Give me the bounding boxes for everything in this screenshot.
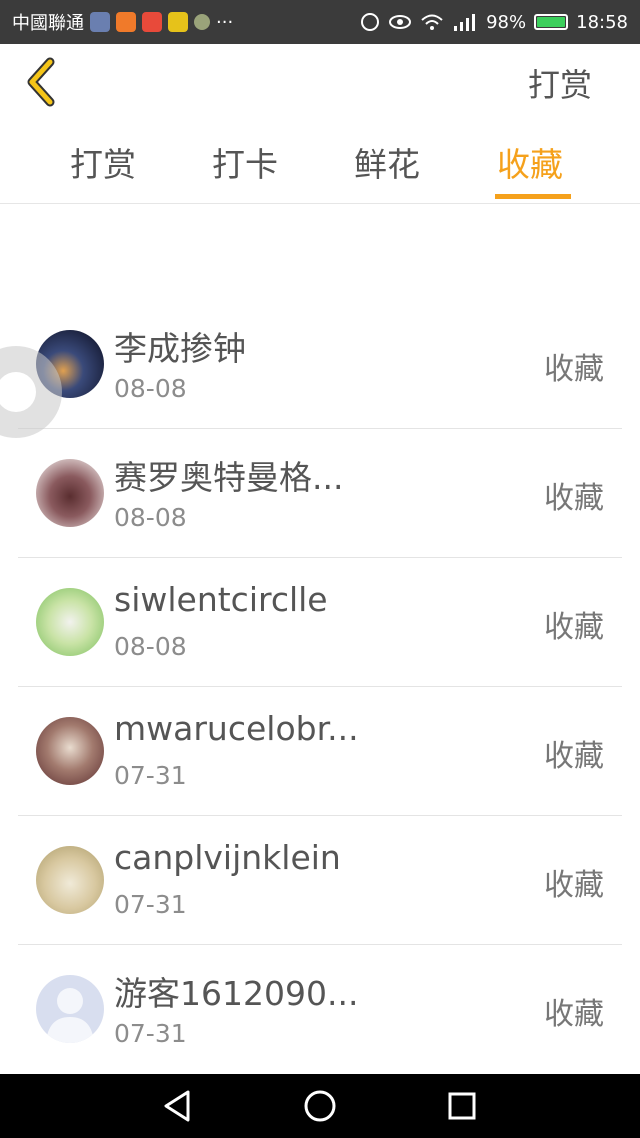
avatar (36, 588, 104, 656)
battery-percent: 98% (486, 11, 527, 33)
status-right: 98% 18:58 (360, 12, 628, 33)
battery-icon (534, 14, 569, 30)
recents-square-icon[interactable] (444, 1088, 480, 1124)
list-item[interactable]: 游客1612090... 07-31 收藏 (18, 945, 622, 1073)
avatar (36, 459, 104, 527)
avatar (36, 846, 104, 914)
tab-flowers[interactable]: 鲜花 (354, 138, 420, 186)
active-tab-indicator (495, 194, 571, 199)
action-label: 收藏 (544, 481, 604, 516)
back-triangle-icon[interactable] (160, 1088, 196, 1124)
notification-misc-icon (194, 14, 210, 30)
default-avatar (36, 975, 104, 1043)
system-navigation-bar (0, 1074, 640, 1138)
username: 赛罗奥特曼格... (114, 458, 344, 497)
username: mwarucelobr... (114, 709, 359, 748)
tab-reward[interactable]: 打赏 (70, 138, 136, 186)
tab-favorites[interactable]: 收藏 (497, 138, 563, 186)
action-label: 收藏 (544, 739, 604, 774)
hd-icon (361, 13, 380, 31)
date: 07-31 (114, 1019, 187, 1048)
notification-news-icon (168, 12, 188, 32)
chevron-left-icon (27, 57, 55, 107)
action-label: 收藏 (544, 997, 604, 1032)
header-action-button[interactable]: 打赏 (528, 60, 592, 106)
action-label: 收藏 (544, 610, 604, 645)
status-left: 中國聯通 ··· (12, 9, 233, 35)
avatar (36, 717, 104, 785)
username: siwlentcirclle (114, 580, 328, 619)
carrier-name: 中國聯通 (12, 13, 84, 34)
wifi-icon (421, 14, 443, 30)
date: 08-08 (114, 632, 187, 661)
action-label: 收藏 (544, 868, 604, 903)
notification-app-icon (90, 12, 110, 32)
date: 07-31 (114, 890, 187, 919)
back-button[interactable] (20, 56, 64, 108)
list-item[interactable]: 李成掺钟 08-08 收藏 (18, 300, 622, 429)
eye-icon (389, 15, 412, 29)
action-label: 收藏 (544, 352, 604, 387)
username: canplvijnklein (114, 838, 341, 877)
notification-shop-icon (142, 12, 162, 32)
username: 李成掺钟 (114, 329, 246, 368)
header: 打赏 (0, 44, 640, 122)
status-bar: 中國聯通 ··· 98% 18:58 (0, 0, 640, 44)
tab-checkin[interactable]: 打卡 (212, 138, 278, 186)
date: 08-08 (114, 503, 187, 532)
list-item[interactable]: canplvijnklein 07-31 收藏 (18, 816, 622, 945)
clock: 18:58 (576, 11, 628, 33)
battery-level-fill (537, 17, 565, 27)
tab-bar: 打赏 打卡 鲜花 收藏 (0, 122, 640, 204)
user-silhouette-icon (46, 988, 94, 1043)
list-item[interactable]: siwlentcirclle 08-08 收藏 (18, 558, 622, 687)
notification-video-icon (116, 12, 136, 32)
home-circle-icon[interactable] (302, 1088, 338, 1124)
list-item[interactable]: 赛罗奥特曼格... 08-08 收藏 (18, 429, 622, 558)
list-item[interactable]: mwarucelobr... 07-31 收藏 (18, 687, 622, 816)
username: 游客1612090... (114, 974, 359, 1013)
cell-signal-icon (454, 14, 476, 31)
date: 07-31 (114, 761, 187, 790)
favorites-list: 李成掺钟 08-08 收藏 赛罗奥特曼格... 08-08 收藏 siwlent… (18, 300, 622, 1073)
date: 08-08 (114, 374, 187, 403)
more-notifications-icon: ··· (216, 11, 234, 33)
